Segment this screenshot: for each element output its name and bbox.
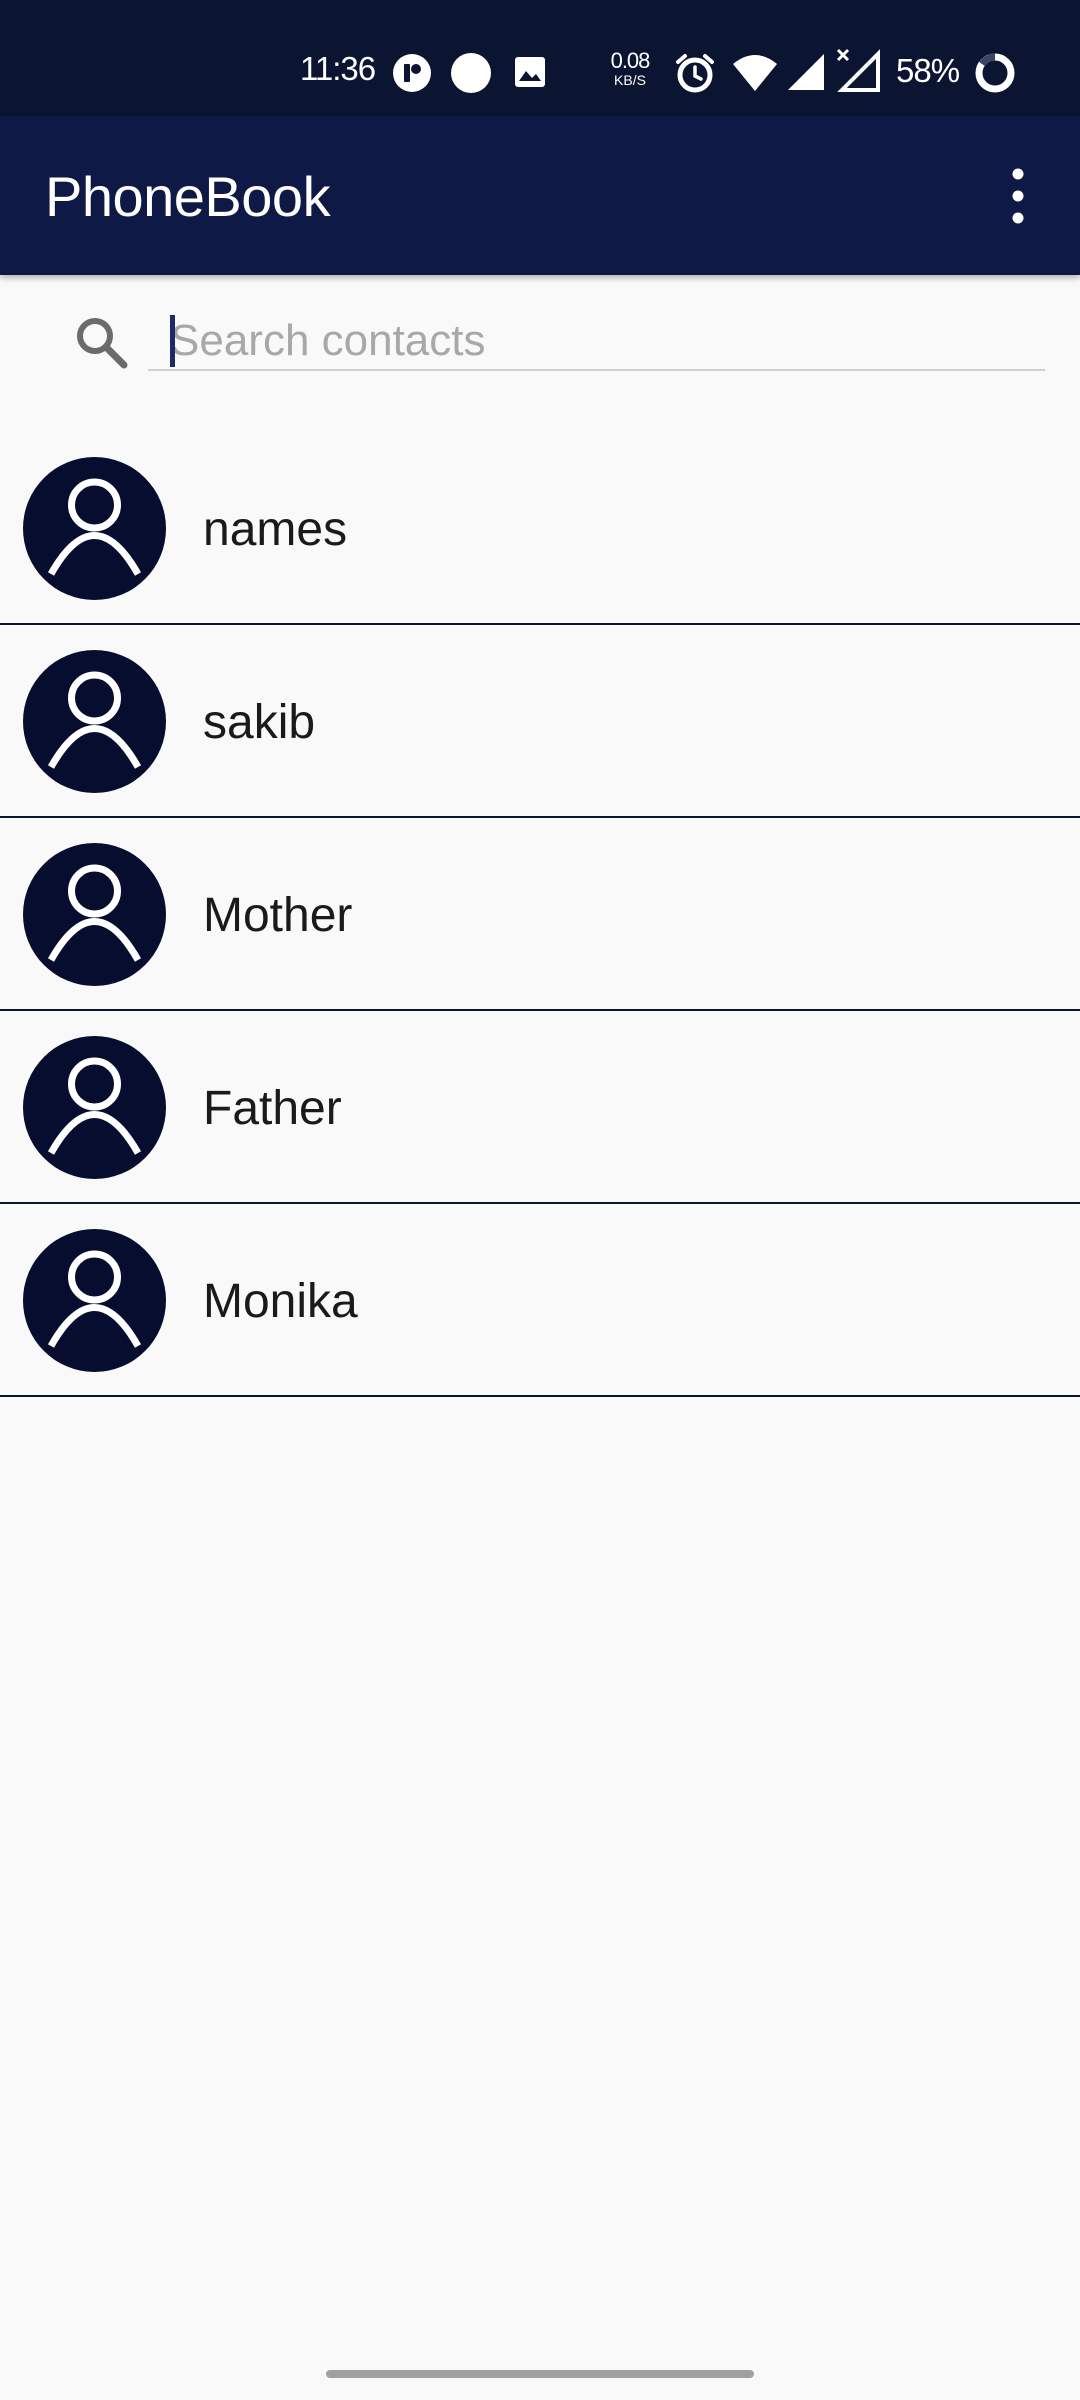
contact-row[interactable]: names [0, 432, 1080, 625]
search-input[interactable] [148, 313, 1045, 371]
net-speed-value: 0.08 [610, 48, 651, 73]
contact-list: names sakib Mother Father Monika [0, 432, 1080, 1397]
person-icon [47, 1057, 142, 1155]
avatar [23, 650, 166, 793]
contact-name: Father [203, 1082, 342, 1135]
avatar [23, 1229, 166, 1372]
alarm-icon [676, 54, 714, 93]
image-icon [515, 57, 545, 87]
person-icon [47, 478, 142, 576]
home-indicator[interactable] [326, 2370, 754, 2378]
contact-row[interactable]: Father [0, 1011, 1080, 1204]
app-bar: PhoneBook [0, 116, 1080, 275]
battery-ring-icon [975, 53, 1015, 93]
net-speed-indicator: 0.08 KB/S [604, 48, 656, 88]
net-speed-unit: KB/S [614, 72, 646, 88]
person-icon [47, 671, 142, 769]
app-notification-icon [393, 54, 431, 92]
text-cursor [170, 315, 175, 367]
more-vert-icon[interactable] [1000, 164, 1036, 228]
contact-name: Monika [203, 1275, 358, 1328]
contact-name: Mother [203, 889, 353, 942]
contact-row[interactable]: Monika [0, 1204, 1080, 1397]
avatar [23, 457, 166, 600]
avatar [23, 1036, 166, 1179]
person-icon [47, 1250, 142, 1348]
search-icon [77, 318, 128, 369]
status-bar: 11:36 0.08 KB/S 58% [0, 0, 1080, 116]
wifi-icon [733, 55, 777, 91]
contact-row[interactable]: Mother [0, 818, 1080, 1011]
battery-percent: 58% [896, 52, 960, 89]
app-title: PhoneBook [45, 165, 331, 228]
signal-no-data-icon [836, 48, 880, 92]
contact-row[interactable]: sakib [0, 625, 1080, 818]
signal-icon [788, 54, 824, 90]
avatar [23, 843, 166, 986]
dot-notification-icon [451, 53, 491, 93]
status-time: 11:36 [300, 50, 376, 87]
person-icon [47, 864, 142, 962]
contact-name: sakib [203, 696, 316, 749]
contact-name: names [203, 503, 348, 556]
search-bar [0, 275, 1080, 410]
